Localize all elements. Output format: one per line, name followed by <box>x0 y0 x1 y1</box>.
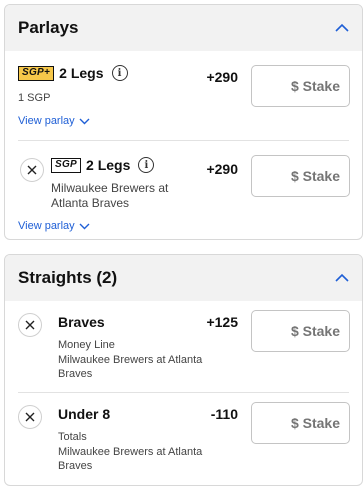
parlays-header[interactable]: Parlays <box>5 5 362 51</box>
stake-input[interactable] <box>251 155 350 197</box>
bet-odds: +125 <box>206 314 238 330</box>
stake-input[interactable] <box>251 402 350 444</box>
market-name: Totals <box>58 431 87 443</box>
matchup: Milwaukee Brewers at Atlanta Braves <box>58 446 203 472</box>
bet-odds: -110 <box>210 406 238 422</box>
parlay-item: SGP+ 2 Legs i 1 SGP View parlay +290 <box>5 51 362 139</box>
view-parlay-label: View parlay <box>18 115 75 127</box>
view-parlay-link[interactable]: View parlay <box>18 115 90 127</box>
parlay-item: SGP 2 Legs i Milwaukee Brewers at Atlant… <box>5 141 362 239</box>
straights-header[interactable]: Straights (2) <box>5 255 362 301</box>
view-parlay-label: View parlay <box>18 220 75 232</box>
matchup: Milwaukee Brewers at Atlanta Braves <box>58 354 203 380</box>
selection-name: Braves <box>58 314 105 330</box>
parlays-title: Parlays <box>18 18 79 37</box>
straight-bet-item: Braves Money Line Milwaukee Brewers at A… <box>5 301 362 393</box>
remove-button[interactable] <box>18 405 42 429</box>
close-icon <box>25 412 35 422</box>
view-parlay-link[interactable]: View parlay <box>18 220 90 232</box>
parlay-odds: +290 <box>206 69 238 85</box>
parlay-legs-label: 2 Legs <box>86 157 131 173</box>
sgp-plus-badge: SGP+ <box>18 65 55 81</box>
chevron-up-icon[interactable] <box>332 17 352 37</box>
parlay-legs-title: SGP+ 2 Legs i <box>18 65 128 81</box>
straights-section: Straights (2) Braves Money Line Milwauke… <box>4 254 363 486</box>
straights-title: Straights (2) <box>18 268 118 287</box>
straight-bet-item: Under 8 Totals Milwaukee Brewers at Atla… <box>5 393 362 485</box>
parlay-matchup: Milwaukee Brewers at Atlanta Braves <box>51 181 169 210</box>
parlay-legs-title: SGP 2 Legs i <box>51 157 155 173</box>
market-name: Money Line <box>58 339 115 351</box>
remove-button[interactable] <box>20 158 44 182</box>
selection-name: Under 8 <box>58 406 111 422</box>
chevron-up-icon[interactable] <box>332 267 352 287</box>
close-icon <box>25 320 35 330</box>
parlays-section: Parlays SGP+ 2 Legs i 1 SGP View parlay … <box>4 4 363 240</box>
chevron-down-icon <box>79 223 90 229</box>
stake-input[interactable] <box>251 310 350 352</box>
stake-input[interactable] <box>251 65 350 107</box>
info-icon[interactable]: i <box>111 65 128 81</box>
parlay-subtitle: 1 SGP <box>18 92 51 104</box>
remove-button[interactable] <box>18 313 42 337</box>
parlay-odds: +290 <box>206 161 238 177</box>
close-icon <box>27 165 37 175</box>
info-icon[interactable]: i <box>138 157 155 173</box>
parlay-legs-label: 2 Legs <box>59 65 104 81</box>
sgp-badge: SGP <box>51 157 82 173</box>
chevron-down-icon <box>79 118 90 124</box>
